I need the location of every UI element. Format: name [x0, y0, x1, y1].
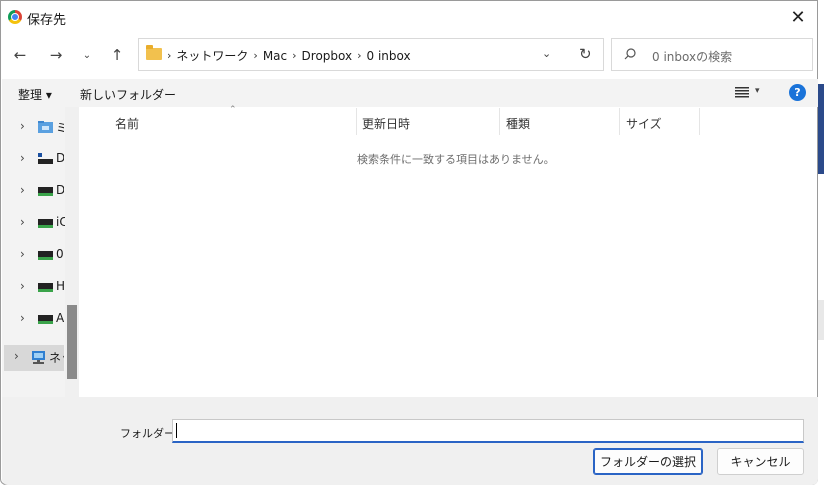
- title-bar: 保存先 ✕: [1, 1, 817, 35]
- chevron-right-icon[interactable]: ›: [357, 49, 361, 62]
- chevron-right-icon[interactable]: ›: [20, 247, 25, 261]
- search-icon: [624, 48, 636, 60]
- navigation-pane: › ミ › D › D › iC › 0 › H › A › ネ: [2, 107, 79, 397]
- drive-icon: [38, 315, 53, 324]
- cancel-button[interactable]: キャンセル: [717, 448, 804, 475]
- nav-item[interactable]: › D: [2, 147, 64, 171]
- nav-item[interactable]: › 0: [2, 243, 64, 267]
- nav-item-label: H: [56, 279, 64, 293]
- column-header-type[interactable]: 種類: [506, 115, 530, 142]
- column-divider[interactable]: [699, 108, 700, 135]
- chevron-right-icon[interactable]: ›: [20, 311, 25, 325]
- close-button[interactable]: ✕: [785, 5, 811, 29]
- nav-item-label: ネッ: [49, 351, 64, 365]
- column-divider[interactable]: [356, 108, 357, 135]
- nav-item[interactable]: › ミ: [2, 115, 64, 139]
- text-caret: [176, 423, 177, 438]
- nav-item-label: D: [56, 151, 64, 165]
- new-folder-button[interactable]: 新しいフォルダー: [80, 86, 176, 103]
- background-window-strip: [818, 84, 824, 174]
- search-input[interactable]: 0 inboxの検索: [611, 38, 813, 71]
- address-bar[interactable]: › ネットワーク › Mac › Dropbox › 0 inbox ⌄ ↻: [138, 38, 604, 71]
- chevron-right-icon[interactable]: ›: [14, 349, 19, 363]
- organize-button[interactable]: 整理 ▾: [18, 86, 52, 103]
- command-bar: 整理 ▾ 新しいフォルダー ▾ ?: [2, 79, 818, 107]
- chevron-right-icon[interactable]: ›: [292, 49, 296, 62]
- nav-item-network[interactable]: › ネッ: [4, 345, 64, 371]
- nav-item[interactable]: › D: [2, 179, 64, 203]
- nav-item-label: ミ: [56, 121, 64, 135]
- breadcrumb-item[interactable]: 0 inbox: [367, 49, 411, 63]
- bottom-panel: フォルダー: フォルダーの選択 キャンセル: [2, 397, 818, 485]
- forward-arrow-icon[interactable]: →: [46, 45, 66, 65]
- up-arrow-icon[interactable]: ↑: [107, 45, 127, 65]
- nav-pane-scrollbar[interactable]: [65, 107, 79, 397]
- select-folder-button[interactable]: フォルダーの選択: [593, 448, 703, 475]
- search-placeholder: 0 inboxの検索: [652, 50, 733, 64]
- chevron-down-icon[interactable]: ⌄: [542, 47, 551, 60]
- save-dialog: 保存先 ✕ ← → ⌄ ↑ › ネットワーク › Mac › Dropbox ›…: [0, 0, 818, 485]
- column-divider[interactable]: [499, 108, 500, 135]
- nav-item-label: A: [56, 311, 64, 325]
- breadcrumb-item[interactable]: Mac: [263, 49, 287, 63]
- drive-icon: [38, 283, 53, 292]
- chevron-right-icon[interactable]: ›: [20, 215, 25, 229]
- nav-item[interactable]: › H: [2, 275, 64, 299]
- chevron-right-icon[interactable]: ›: [253, 49, 257, 62]
- folder-icon: [146, 45, 162, 60]
- help-icon[interactable]: ?: [789, 84, 806, 101]
- chevron-right-icon[interactable]: ›: [20, 151, 25, 165]
- column-header-name[interactable]: 名前: [115, 115, 139, 142]
- drive-icon: [38, 219, 53, 228]
- breadcrumb: › ネットワーク › Mac › Dropbox › 0 inbox: [167, 47, 411, 64]
- breadcrumb-item[interactable]: ネットワーク: [176, 47, 248, 64]
- nav-item-label: iC: [56, 215, 65, 229]
- network-icon: [32, 351, 45, 364]
- scrollbar-thumb[interactable]: [67, 305, 77, 379]
- drive-icon: [38, 187, 53, 196]
- folder-name-input[interactable]: [172, 419, 804, 443]
- nav-item-label: 0: [56, 247, 64, 261]
- view-options-caret-icon[interactable]: ▾: [755, 86, 760, 96]
- nav-item[interactable]: › iC: [2, 211, 65, 235]
- view-list-icon[interactable]: [735, 87, 749, 98]
- nav-item[interactable]: › A: [2, 307, 64, 331]
- sort-caret-icon: ⌃: [229, 105, 237, 115]
- drive-icon: [38, 251, 53, 260]
- desktop-icon: [38, 153, 53, 164]
- breadcrumb-item[interactable]: Dropbox: [302, 49, 353, 63]
- background-window-strip: [818, 300, 824, 340]
- column-divider[interactable]: [619, 108, 620, 135]
- chevron-right-icon: ›: [167, 49, 172, 62]
- column-header-size[interactable]: サイズ: [626, 115, 662, 142]
- window-title: 保存先: [27, 13, 67, 28]
- chevron-right-icon[interactable]: ›: [20, 279, 25, 293]
- chevron-right-icon[interactable]: ›: [20, 183, 25, 197]
- recent-chevron-icon[interactable]: ⌄: [77, 45, 97, 65]
- nav-item-label: D: [56, 183, 64, 197]
- refresh-icon[interactable]: ↻: [579, 45, 592, 63]
- column-header-modified[interactable]: 更新日時: [362, 115, 410, 142]
- back-arrow-icon[interactable]: ←: [10, 45, 30, 65]
- empty-results-message: 検索条件に一致する項目はありません。: [357, 153, 555, 166]
- folder-blue-icon: [38, 121, 53, 133]
- folder-label: フォルダー:: [120, 427, 179, 440]
- chevron-right-icon[interactable]: ›: [20, 119, 25, 133]
- chrome-icon: [8, 10, 22, 24]
